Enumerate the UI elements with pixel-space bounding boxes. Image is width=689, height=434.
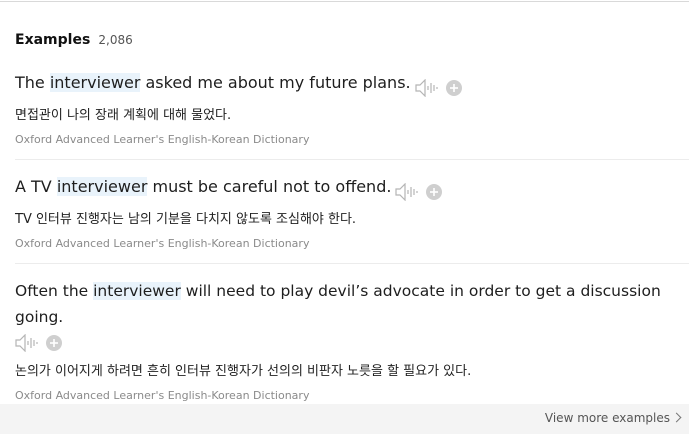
example-source: Oxford Advanced Learner's English-Korean… [15,388,310,402]
example-item: The interviewer asked me about my future… [15,72,689,146]
example-sentence: The interviewer asked me about my future… [15,72,689,98]
chevron-right-icon [671,412,682,423]
example-actions [415,76,463,98]
examples-header: Examples 2,086 [15,29,133,48]
sentence-text: asked me about my future plans. [140,73,411,92]
examples-count: 2,086 [98,33,133,47]
keyword-highlight[interactable]: interviewer [93,282,181,300]
example-source: Oxford Advanced Learner's English-Korean… [15,133,310,146]
example-sentence: A TV interviewer must be careful not to … [15,176,689,202]
example-actions [15,332,683,352]
sentence-text: Often the [15,282,94,300]
keyword-highlight[interactable]: interviewer [49,73,141,92]
example-translation: 면접관이 나의 장래 계획에 대해 물었다. [15,108,232,123]
sentence-text: The [15,73,50,92]
example-actions [395,180,443,202]
example-item: A TV interviewer must be careful not to … [15,176,689,250]
view-more-examples-link[interactable]: View more examples [544,411,682,425]
example-source: Oxford Advanced Learner's English-Korean… [15,237,310,250]
add-icon[interactable] [425,183,443,201]
example-sentence: Often the interviewer will need to play … [15,278,683,330]
example-item: Often the interviewer will need to play … [15,278,683,402]
example-divider [15,263,689,264]
examples-footer: View more examples [0,404,689,434]
example-translation: 논의가 이어지게 하려면 흔히 인터뷰 진행자가 선의의 비판자 노릇을 할 필… [15,363,472,379]
top-divider [0,1,689,2]
speaker-icon[interactable] [395,182,419,201]
add-icon[interactable] [45,334,63,352]
add-icon[interactable] [445,79,463,97]
keyword-highlight[interactable]: interviewer [56,177,148,196]
examples-title: Examples [15,32,91,48]
speaker-icon[interactable] [15,333,39,352]
example-translation: TV 인터뷰 진행자는 남의 기분을 다치지 않도록 조심해야 한다. [15,212,357,227]
view-more-label: View more examples [544,411,670,425]
speaker-icon[interactable] [415,78,439,97]
sentence-text: must be careful not to offend. [147,177,392,196]
sentence-text: A TV [15,177,57,196]
example-divider [15,159,689,160]
